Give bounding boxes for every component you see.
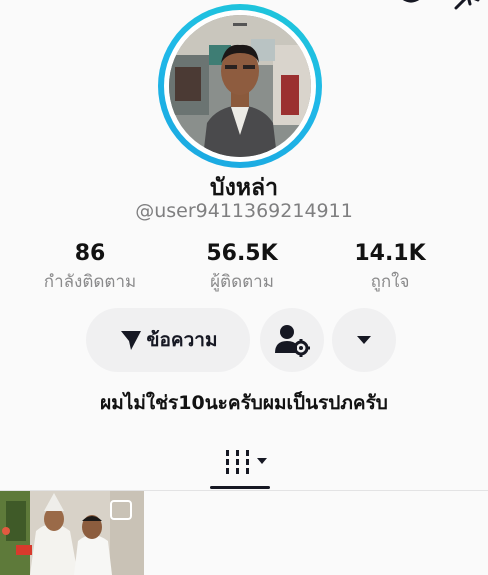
likes-stat[interactable]: 14.1K ถูกใจ (310, 240, 470, 294)
multi-video-badge-icon (110, 500, 132, 520)
bio-text: ผมไม่ใช่ร10นะครับผมเป็นรปภครับ (100, 392, 388, 414)
send-icon (120, 331, 141, 350)
following-count: 86 (74, 241, 106, 266)
followers-count: 56.5K (206, 241, 278, 266)
avatar-border (164, 10, 316, 162)
history-icon[interactable] (398, 0, 424, 8)
more-options-button[interactable] (332, 308, 396, 372)
likes-label: ถูกใจ (370, 272, 410, 292)
avatar-ring[interactable] (158, 4, 322, 168)
avatar-photo (169, 15, 311, 157)
message-button-label: ข้อความ (146, 329, 218, 351)
likes-count: 14.1K (354, 241, 426, 266)
caret-down-icon (357, 336, 371, 344)
following-label: กำลังติดตาม (43, 272, 137, 292)
followers-label: ผู้ติดตาม (210, 272, 274, 292)
message-button[interactable]: ข้อความ (86, 308, 250, 372)
username: @user9411369214911 (135, 200, 353, 222)
following-stat[interactable]: 86 กำลังติดตาม (10, 240, 170, 294)
avatar[interactable] (169, 15, 311, 157)
videos-grid-icon[interactable] (222, 444, 270, 478)
tab-active-indicator (210, 486, 270, 489)
user-settings-icon (275, 325, 310, 357)
friend-settings-button[interactable] (260, 308, 324, 372)
followers-stat[interactable]: 56.5K ผู้ติดตาม (162, 240, 322, 294)
share-icon[interactable] (452, 0, 482, 10)
